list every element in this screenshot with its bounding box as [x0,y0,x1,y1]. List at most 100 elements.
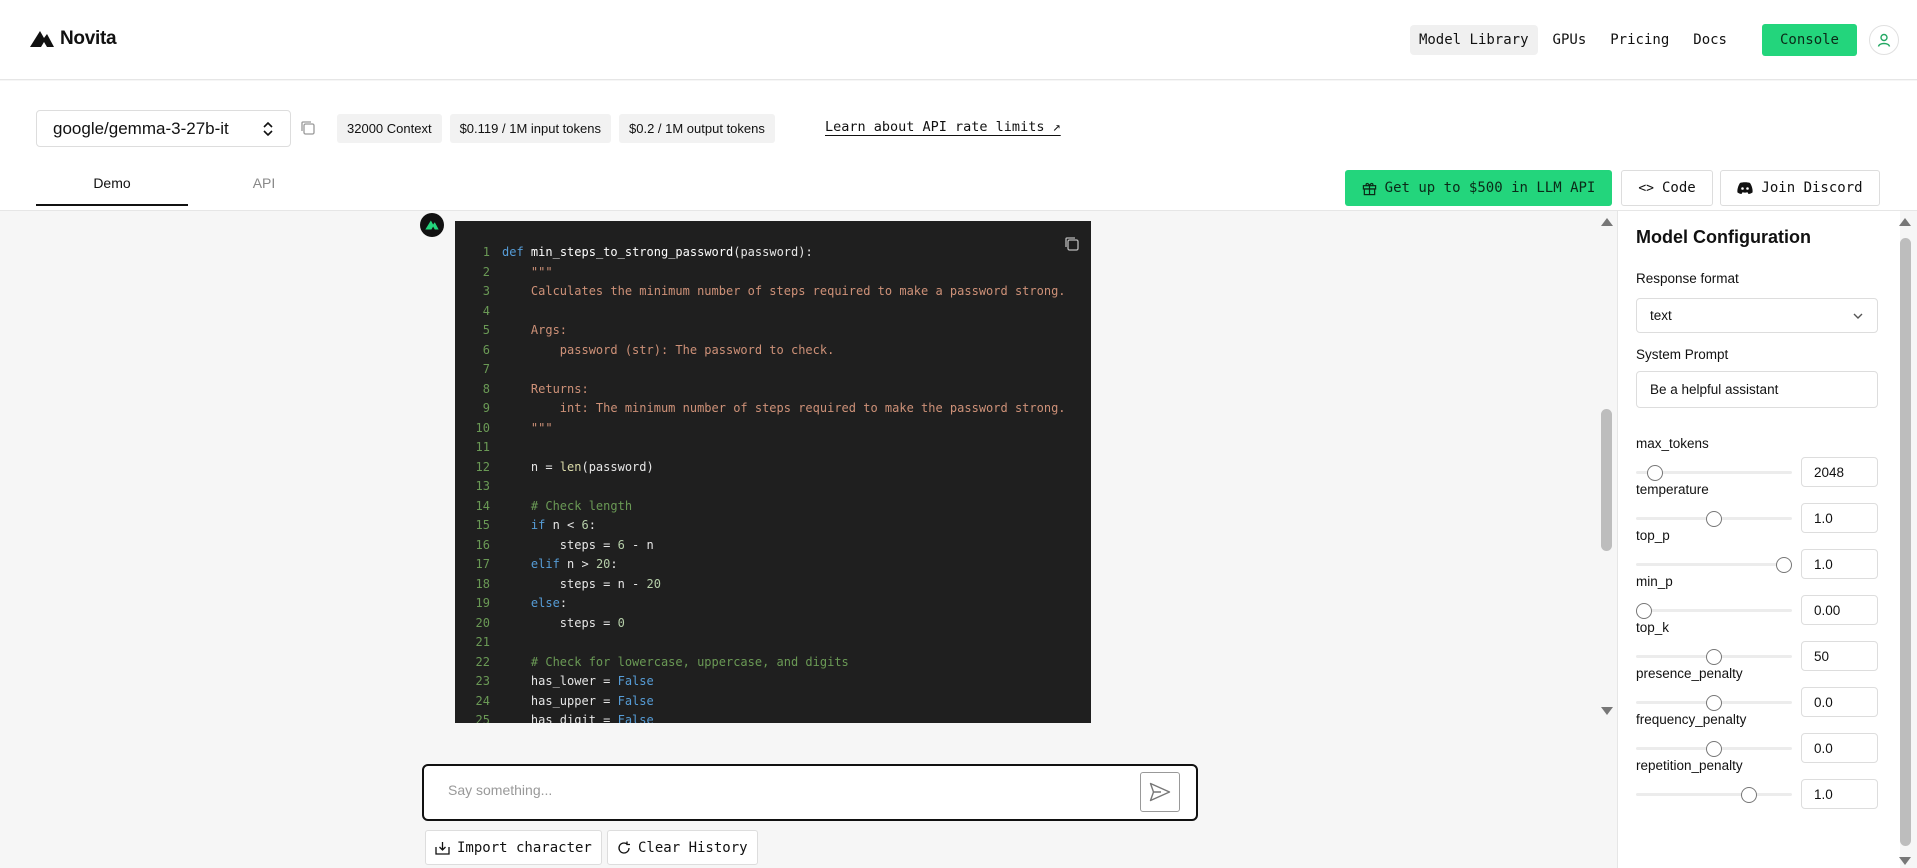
line-code: elif n > 20: [530,557,618,571]
param-value-input[interactable]: 1.0 [1801,779,1878,809]
tab-api[interactable]: API [188,175,340,206]
code-block: 1 def min_steps_to_strong_password(passwo… [455,221,1091,723]
nav-model-library[interactable]: Model Library [1409,25,1538,55]
code-line: 7 [455,360,1091,380]
model-config-panel: Model Configuration Response format text… [1617,211,1900,868]
chat-scroll-down-icon[interactable] [1601,707,1613,715]
param-value-input[interactable]: 2048 [1801,457,1878,487]
code-line: 22 # Check for lowercase, uppercase, and… [455,653,1091,673]
discord-label: Join Discord [1761,180,1863,196]
response-format-label: Response format [1636,271,1739,286]
line-number: 21 [475,635,490,649]
line-code: Returns: [502,381,589,396]
param-label-top-p: top_p [1636,528,1670,543]
line-code: password (str): The password to check. [502,342,835,357]
line-code: """ [502,264,553,279]
chevron-down-icon [1853,313,1863,319]
nav-links: Model Library GPUs Pricing Docs Console [1409,24,1899,56]
slider-track[interactable] [1636,609,1792,612]
param-label-presence-penalty: presence_penalty [1636,666,1743,681]
code-line: 10 """ [455,419,1091,439]
code-line: 3 Calculates the minimum number of steps… [455,282,1091,302]
user-avatar-button[interactable] [1869,25,1899,55]
gift-icon [1362,182,1376,195]
param-row-min-p: 0.00 [1636,595,1878,625]
code-line: 6 password (str): The password to check. [455,341,1091,361]
copy-model-icon[interactable] [299,119,317,137]
slider-thumb[interactable] [1706,741,1722,757]
promo-button[interactable]: Get up to $500 in LLM API [1345,170,1612,206]
line-number: 15 [475,518,490,532]
import-icon [435,841,450,855]
slider-thumb[interactable] [1776,557,1792,573]
line-code: def min_steps_to_strong_password(passwor… [502,245,813,259]
chat-scroll-up-icon[interactable] [1601,218,1613,226]
code-line: 1 def min_steps_to_strong_password(passwo… [455,243,1091,263]
line-number: 22 [475,654,490,669]
slider-track[interactable] [1636,793,1792,796]
chat-input-box [422,764,1198,821]
response-format-select[interactable]: text [1636,298,1878,333]
chat-scrollbar[interactable] [1601,409,1612,551]
novita-avatar-icon [425,220,439,230]
bot-avatar [420,213,444,237]
console-button[interactable]: Console [1761,24,1857,56]
system-prompt-input[interactable]: Be a helpful assistant [1636,371,1878,408]
slider-thumb[interactable] [1741,787,1757,803]
line-number: 8 [482,381,490,396]
model-name: google/gemma-3-27b-it [53,118,229,138]
code-label: Code [1661,180,1696,196]
param-value-input[interactable]: 0.00 [1801,595,1878,625]
send-button[interactable] [1140,772,1180,812]
line-number: 11 [475,440,490,454]
config-scroll-down-icon[interactable] [1899,857,1911,865]
param-value-input[interactable]: 0.0 [1801,733,1878,763]
slider-track[interactable] [1636,563,1792,566]
line-code: """ [502,420,553,435]
tab-demo[interactable]: Demo [36,175,188,206]
nav-gpus[interactable]: GPUs [1544,25,1596,55]
line-number: 2 [482,264,490,279]
param-value-input[interactable]: 0.0 [1801,687,1878,717]
slider-thumb[interactable] [1706,511,1722,527]
slider-thumb[interactable] [1636,603,1652,619]
line-code: int: The minimum number of steps require… [502,401,1066,415]
chat-input[interactable] [448,782,1108,798]
refresh-icon [618,841,630,854]
code-line: 18 steps = n - 20 [455,575,1091,595]
line-number: 4 [482,303,490,318]
config-scrollbar[interactable] [1900,238,1911,846]
line-number: 23 [475,674,490,688]
line-number: 7 [482,362,490,376]
system-prompt-value: Be a helpful assistant [1650,382,1779,397]
input-price-chip: $0.119 / 1M input tokens [449,114,611,143]
brand-name: Novita [60,28,117,49]
slider-thumb[interactable] [1706,695,1722,711]
discord-button[interactable]: Join Discord [1720,170,1880,206]
brand-logo[interactable]: Novita [30,28,117,50]
param-label-max-tokens: max_tokens [1636,436,1709,451]
line-number: 1 [482,245,490,259]
rate-limits-link[interactable]: Learn about API rate limits ↗ [825,119,1061,135]
param-value-input[interactable]: 1.0 [1801,503,1878,533]
line-number: 25 [475,713,490,723]
slider-thumb[interactable] [1647,465,1664,481]
code-button[interactable]: <> Code [1621,170,1713,206]
param-label-frequency-penalty: frequency_penalty [1636,712,1747,727]
slider-thumb[interactable] [1706,649,1722,665]
code-lines: 1 def min_steps_to_strong_password(passwo… [455,243,1091,723]
model-selector[interactable]: google/gemma-3-27b-it [36,110,291,147]
line-code: has_digit = False [502,713,654,723]
config-scroll-up-icon[interactable] [1899,218,1911,226]
line-code: steps = 0 [502,615,625,630]
param-value-input[interactable]: 1.0 [1801,549,1878,579]
line-code: Calculates the minimum number of steps r… [502,284,1066,298]
param-value-input[interactable]: 50 [1801,641,1878,671]
clear-history-button[interactable]: Clear History [607,830,758,865]
import-character-button[interactable]: Import character [425,830,602,865]
line-code: has_lower = False [502,674,654,688]
nav-docs[interactable]: Docs [1684,25,1736,55]
nav-pricing[interactable]: Pricing [1601,25,1678,55]
param-label-repetition-penalty: repetition_penalty [1636,758,1743,773]
top-navbar: Novita Model Library GPUs Pricing Docs C… [0,0,1917,80]
